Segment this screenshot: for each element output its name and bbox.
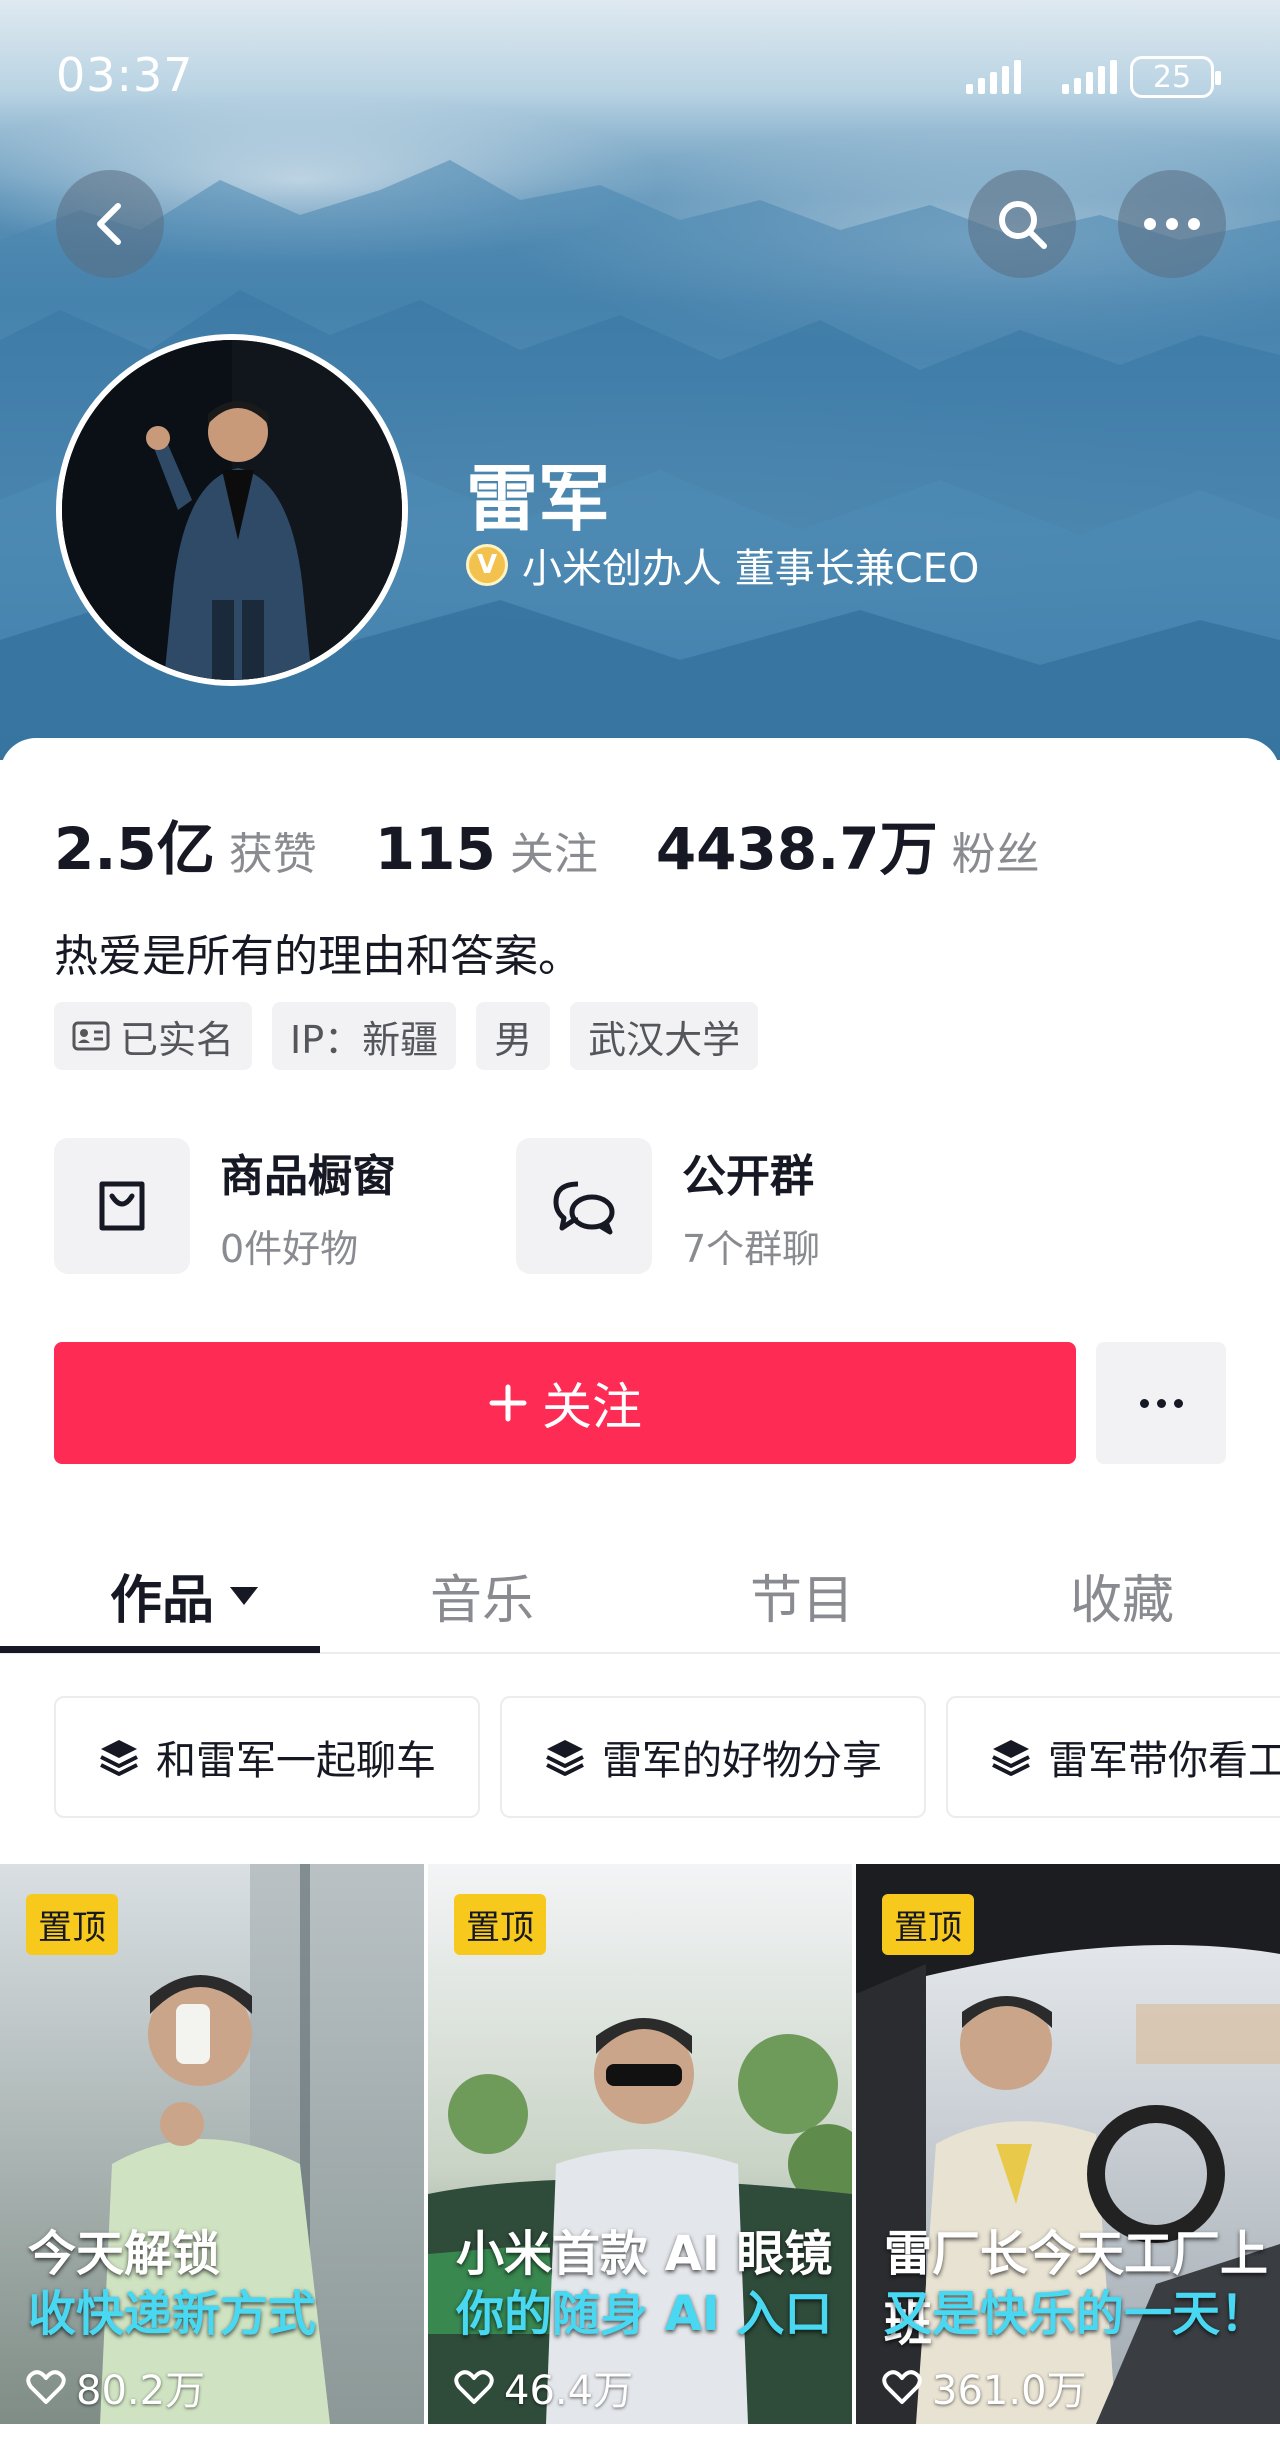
tab-music[interactable]: 音乐 (430, 1558, 534, 1633)
collection-chip[interactable]: 雷军带你看工厂 (946, 1696, 1280, 1818)
chevron-left-icon (97, 203, 121, 245)
profile-bio: 热爱是所有的理由和答案。 (54, 931, 582, 982)
heart-icon (26, 2370, 66, 2404)
collection-chip[interactable]: 雷军的好物分享 (500, 1696, 926, 1818)
video-caption-line2: 又是快乐的一天！ (884, 2286, 1269, 2342)
search-icon (999, 201, 1047, 249)
following-count[interactable]: 115 (375, 815, 496, 883)
following-label[interactable]: 关注 (510, 818, 598, 882)
more-options-button[interactable] (1118, 170, 1226, 278)
search-button[interactable] (968, 170, 1076, 278)
pinned-badge: 置顶 (454, 1894, 546, 1955)
shopping-bag-icon (99, 1181, 145, 1231)
heart-icon (882, 2370, 922, 2404)
video-likes: 361.0万 (882, 2358, 1087, 2416)
video-thumbnail[interactable]: 置顶 小米首款 AI 眼镜 你的随身 AI 入口 46.4万 (428, 1864, 852, 2424)
avatar[interactable] (56, 334, 408, 686)
profile-name: 雷军 (466, 457, 611, 541)
collection-chip[interactable]: 和雷军一起聊车 (54, 1696, 480, 1818)
shop-window-sub: 0件好物 (220, 1226, 359, 1271)
verified-badge-icon: V (466, 544, 508, 586)
clock: 03:37 (56, 48, 194, 102)
shop-window-entry[interactable]: 商品橱窗 0件好物 (54, 1138, 396, 1274)
plus-icon (489, 1384, 527, 1422)
tag-real-name: 已实名 (54, 1002, 253, 1070)
video-caption-line2: 你的随身 AI 入口 (456, 2286, 833, 2342)
cellular-signal-icon (966, 58, 1021, 94)
video-thumbnail[interactable]: 置顶 雷厂长今天工厂上班 又是快乐的一天！ 361.0万 (856, 1864, 1280, 2424)
status-bar: 03:37 25 (0, 0, 1280, 150)
id-card-icon (72, 1021, 110, 1051)
collection-chips: 和雷军一起聊车 雷军的好物分享 雷军带你看工厂 (54, 1696, 1280, 1818)
follow-button[interactable]: 关注 (54, 1342, 1076, 1464)
active-tab-indicator (0, 1646, 320, 1653)
tag-gender: 男 (476, 1002, 551, 1070)
tag-school[interactable]: 武汉大学 (570, 1002, 759, 1070)
layers-icon (100, 1740, 138, 1776)
layers-icon (546, 1740, 584, 1776)
public-group-sub: 7个群聊 (682, 1226, 821, 1271)
content-tabs: 作品 音乐 节目 收藏 (0, 1540, 1280, 1654)
followers-count[interactable]: 4438.7万 (656, 802, 938, 886)
profile-tags: 已实名 IP：新疆 男 武汉大学 (54, 1002, 759, 1070)
shop-window-title: 商品橱窗 (220, 1150, 396, 1202)
ellipsis-icon (1139, 1398, 1183, 1408)
tab-favorites[interactable]: 收藏 (1070, 1558, 1174, 1633)
video-thumbnail[interactable]: 置顶 今天解锁 收快递新方式 80.2万 (0, 1864, 424, 2424)
verification-text: 小米创办人 董事长兼CEO (522, 546, 980, 592)
avatar-photo (62, 340, 402, 680)
video-likes: 80.2万 (26, 2358, 205, 2416)
heart-icon (454, 2370, 494, 2404)
likes-count: 2.5亿 (54, 815, 215, 883)
caret-down-icon (230, 1586, 259, 1605)
verification-row: V 小米创办人 董事长兼CEO (466, 536, 979, 594)
ellipsis-icon (1144, 218, 1200, 230)
video-grid: 置顶 今天解锁 收快递新方式 80.2万 置顶 小米首款 AI 眼镜 你的随身 … (0, 1864, 1280, 2424)
video-caption-line2: 收快递新方式 (28, 2286, 317, 2342)
video-likes: 46.4万 (454, 2358, 633, 2416)
chat-bubbles-icon (553, 1181, 615, 1235)
pinned-badge: 置顶 (882, 1894, 974, 1955)
followers-label[interactable]: 粉丝 (952, 818, 1040, 882)
tag-ip-location: IP：新疆 (272, 1002, 457, 1070)
tab-works[interactable]: 作品 (110, 1558, 260, 1633)
profile-stats: 2.5亿 获赞 115 关注 4438.7万 粉丝 (54, 802, 1098, 886)
pinned-badge: 置顶 (26, 1894, 118, 1955)
profile-cover: 03:37 25 雷军 V 小米创办人 董事长兼CEO (0, 0, 1280, 760)
likes-label: 获赞 (228, 829, 317, 880)
back-button[interactable] (56, 170, 164, 278)
public-group-entry[interactable]: 公开群 7个群聊 (516, 1138, 820, 1274)
public-group-title: 公开群 (682, 1150, 814, 1202)
more-actions-button[interactable] (1096, 1342, 1226, 1464)
tab-programs[interactable]: 节目 (750, 1558, 854, 1633)
battery-icon: 25 (1130, 56, 1221, 98)
cellular-signal-2-icon (1062, 58, 1117, 94)
layers-icon (992, 1740, 1030, 1776)
